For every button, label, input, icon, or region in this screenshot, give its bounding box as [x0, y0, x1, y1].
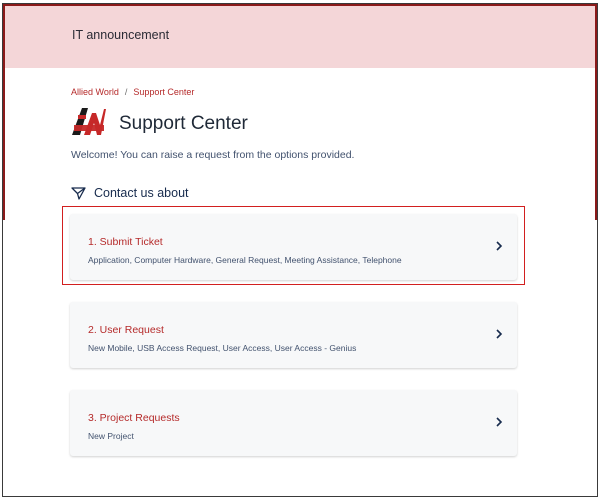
chevron-right-icon: [496, 417, 503, 427]
option-description: New Mobile, USB Access Request, User Acc…: [88, 343, 357, 353]
page-title: Support Center: [119, 113, 248, 134]
breadcrumb-allied-world[interactable]: Allied World: [71, 87, 119, 97]
breadcrumb-support-center[interactable]: Support Center: [133, 87, 194, 97]
contact-heading-label: Contact us about: [94, 186, 189, 200]
option-title: 2. User Request: [88, 324, 164, 336]
allied-world-logo: [70, 105, 106, 138]
announcement-text: IT announcement: [72, 28, 170, 42]
option-card-submit-ticket[interactable]: 1. Submit Ticket Application, Computer H…: [70, 214, 517, 280]
announcement-banner: IT announcement: [5, 6, 595, 68]
chevron-right-icon: [496, 241, 503, 251]
paper-plane-icon: [71, 186, 86, 200]
option-title: 1. Submit Ticket: [88, 236, 163, 248]
breadcrumb: Allied World / Support Center: [71, 87, 194, 97]
option-card-user-request[interactable]: 2. User Request New Mobile, USB Access R…: [70, 302, 517, 368]
option-description: Application, Computer Hardware, General …: [88, 255, 402, 265]
option-title: 3. Project Requests: [88, 412, 180, 424]
chevron-right-icon: [496, 329, 503, 339]
welcome-text: Welcome! You can raise a request from th…: [71, 149, 355, 161]
option-card-project-requests[interactable]: 3. Project Requests New Project: [70, 390, 517, 456]
portal-frame: IT announcement Allied World / Support C…: [2, 3, 598, 497]
option-description: New Project: [88, 431, 134, 441]
breadcrumb-separator: /: [124, 87, 128, 97]
contact-heading: Contact us about: [71, 186, 189, 200]
